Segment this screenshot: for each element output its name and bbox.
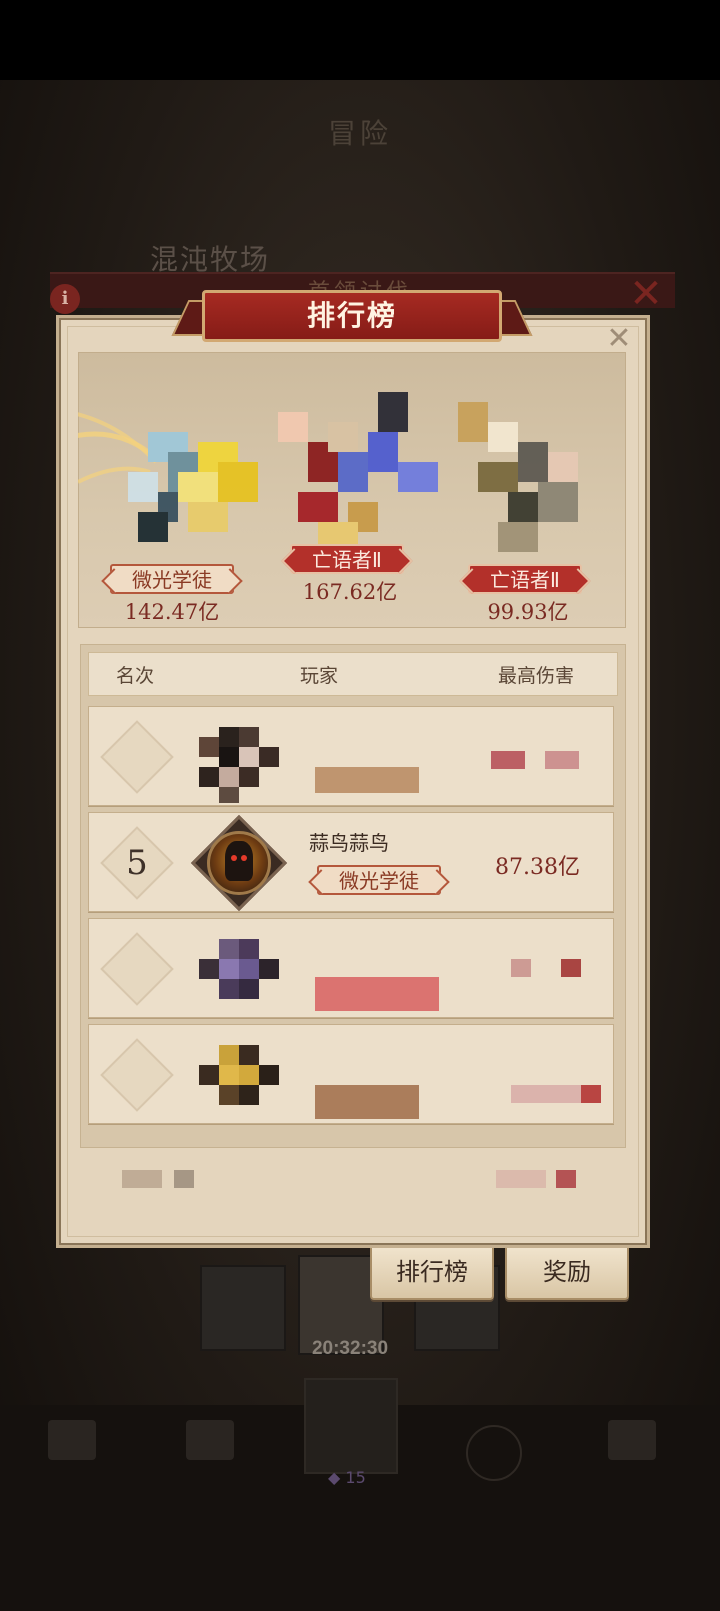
- table-row[interactable]: 5 蒜鸟蒜鸟 微光学徒 87.38亿: [88, 812, 614, 912]
- table-row[interactable]: [88, 918, 614, 1018]
- obscured-row-content: [315, 751, 579, 793]
- table-row[interactable]: [88, 1024, 614, 1124]
- countdown-timer: 20:32:30: [311, 1338, 389, 1359]
- modal-close-icon[interactable]: ✕: [604, 324, 634, 354]
- boss-thumbnail[interactable]: [200, 1265, 286, 1351]
- self-rank-strip: [122, 1170, 576, 1188]
- eye-icon: [241, 855, 247, 861]
- crystal-count-value: 15: [345, 1468, 366, 1487]
- row-rank: [111, 1049, 163, 1101]
- podium-damage: 99.93亿: [487, 600, 569, 624]
- player-damage: 87.38亿: [495, 855, 580, 880]
- podium-rank-tag: 微光学徒: [110, 564, 234, 594]
- crystal-count: ◆ 15: [328, 1468, 366, 1487]
- header-damage: 最高伤害: [498, 665, 575, 687]
- podium-heroes-artwork: [78, 392, 578, 552]
- modal-title: 排行榜: [306, 299, 397, 332]
- podium-rank-tag: 亡语者Ⅱ: [290, 544, 404, 574]
- row-rank: 5: [126, 843, 148, 883]
- leaderboard-tab-button[interactable]: 排行榜: [370, 1248, 494, 1300]
- nav-icon[interactable]: [608, 1420, 656, 1460]
- eye-icon: [231, 855, 237, 861]
- row-rank: [111, 731, 163, 783]
- leaderboard-title-banner: 排行榜: [171, 290, 533, 346]
- table-row[interactable]: [88, 706, 614, 806]
- row-rank: [111, 943, 163, 995]
- header-player: 玩家: [300, 665, 339, 687]
- podium-damage: 167.62亿: [302, 580, 398, 604]
- header-rank: 名次: [116, 665, 155, 687]
- close-icon[interactable]: ✕: [626, 274, 666, 314]
- center-nav-tile[interactable]: [304, 1378, 398, 1474]
- player-name: 蒜鸟蒜鸟: [309, 831, 389, 855]
- podium-damage: 142.47亿: [124, 600, 220, 624]
- helmet-icon: [225, 841, 253, 881]
- nav-circle-icon[interactable]: [466, 1425, 522, 1481]
- podium-rank-tag: 亡语者Ⅱ: [468, 564, 582, 594]
- obscured-row-content: [315, 959, 581, 1011]
- player-avatar-pixelated: [199, 939, 279, 999]
- obscured-row-content: [315, 1085, 601, 1119]
- nav-icon[interactable]: [48, 1420, 96, 1460]
- rewards-tab-button[interactable]: 奖励: [505, 1248, 629, 1300]
- info-icon[interactable]: i: [50, 284, 80, 314]
- player-avatar-pixelated: [199, 1045, 279, 1105]
- player-avatar-pixelated: [199, 727, 279, 803]
- nav-icon[interactable]: [186, 1420, 234, 1460]
- adventure-title: 冒险: [327, 117, 392, 150]
- player-rank-tag: 微光学徒: [317, 865, 441, 895]
- player-avatar[interactable]: [190, 814, 288, 912]
